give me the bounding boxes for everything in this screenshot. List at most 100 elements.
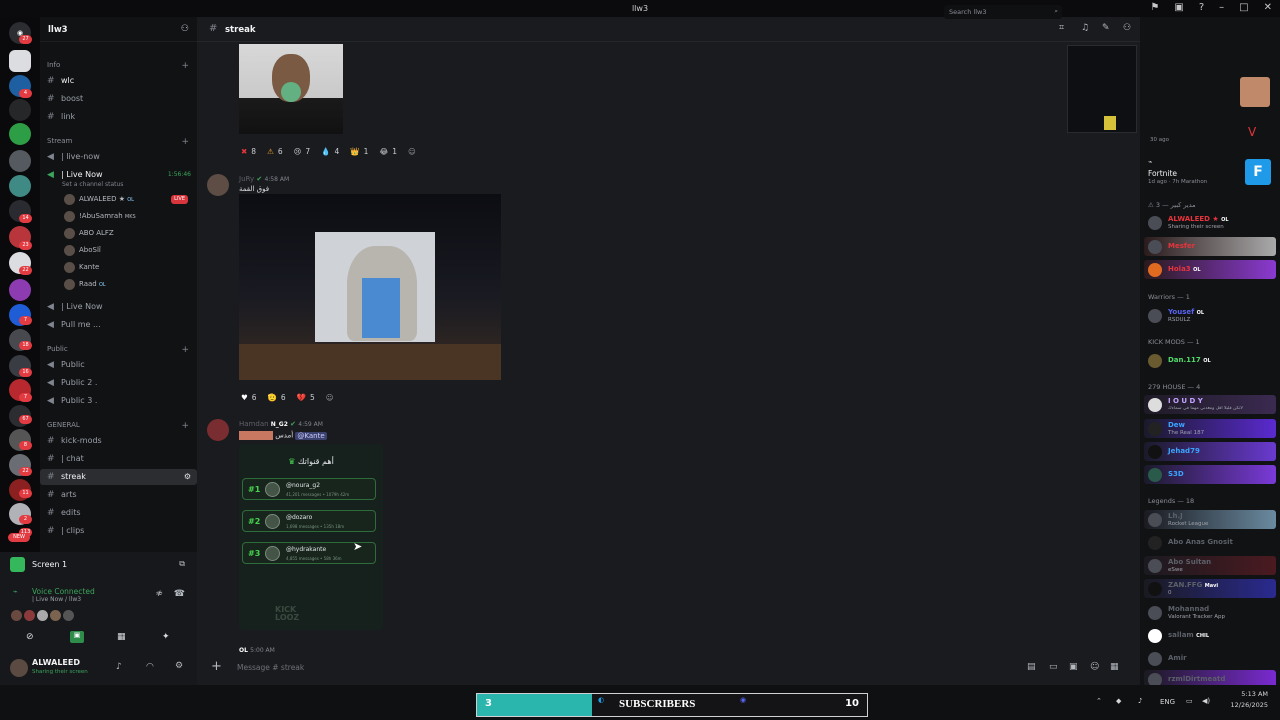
camera-off-icon[interactable]: ⊘ <box>26 632 34 642</box>
soundboard-icon[interactable]: ✦ <box>162 632 170 642</box>
reaction[interactable]: ♥ 6 <box>241 393 257 402</box>
member-item[interactable]: I O U D Y لاتكن قليلا أقل ومعدني مهما في … <box>1144 395 1276 414</box>
add-channel-icon[interactable]: + <box>181 61 189 71</box>
reaction[interactable]: 💔 5 <box>297 393 315 402</box>
top-channels-card[interactable]: ♛ أهم قنواتك #1 @noura_g2 41,201 messages… <box>239 444 383 630</box>
channel-boost[interactable]: # boost <box>40 91 197 107</box>
gift-icon[interactable]: ▤ <box>1027 662 1036 672</box>
add-channel-icon[interactable]: + <box>181 421 189 431</box>
voice-user[interactable]: Raad OL <box>64 277 106 292</box>
message-input[interactable]: + Message # streak ▤ ▭ ▣ ☺ ▦ <box>207 657 1119 679</box>
close-button[interactable]: ✕ <box>1264 2 1272 13</box>
reaction[interactable]: 💧 4 <box>321 147 339 156</box>
add-reaction-icon[interactable]: ☺ <box>408 147 416 156</box>
maximize-button[interactable]: □ <box>1239 2 1248 13</box>
reaction[interactable]: 👑 1 <box>350 147 368 156</box>
user-mention[interactable]: @Kante <box>295 431 327 440</box>
channel-clips[interactable]: # | clips <box>40 523 197 539</box>
discord-taskbar-icon[interactable]: ◉ <box>740 696 746 704</box>
noise-suppression-icon[interactable]: ≉ <box>155 589 163 599</box>
category-stream[interactable]: Stream <box>40 133 197 149</box>
apps-icon[interactable]: ▦ <box>1110 662 1119 672</box>
notification-bell-icon[interactable]: ♫ <box>1081 23 1089 33</box>
signal-icon[interactable]: ⌁ <box>13 587 18 596</box>
member-item[interactable]: Lh.J Rocket League <box>1144 510 1276 529</box>
voice-channel-public-2[interactable]: ◀ Public 2 . <box>40 375 197 391</box>
server-header[interactable]: llw3 ⚇ <box>40 17 197 42</box>
server-icon[interactable] <box>9 123 31 145</box>
volume-icon[interactable]: ◀) <box>1202 697 1210 705</box>
edge-taskbar-icon[interactable]: ◐ <box>598 696 604 704</box>
add-reaction-icon[interactable]: ☺ <box>326 393 334 402</box>
category-public[interactable]: Public <box>40 341 197 357</box>
voice-user[interactable]: ALWALEED ★ OL LIVE <box>64 192 194 207</box>
headphones-icon[interactable]: ◠ <box>146 662 154 672</box>
channel-wlc[interactable]: # wlc <box>40 73 197 89</box>
member-item[interactable]: Amir <box>1144 649 1276 668</box>
member-item[interactable]: Abo Sultan eSwe <box>1144 556 1276 575</box>
attachment-image[interactable] <box>239 44 343 134</box>
member-item[interactable]: S3D <box>1144 465 1276 484</box>
set-status-link[interactable]: Set a channel status <box>62 177 219 193</box>
message-author[interactable]: Hamdan <box>239 420 269 428</box>
voice-user[interactable]: !AbuSamrah MKS <box>64 209 136 224</box>
member-item[interactable]: Dew The Real 187 <box>1144 419 1276 438</box>
user-settings-icon[interactable]: ⚙ <box>175 661 183 671</box>
avatar[interactable] <box>207 174 229 196</box>
stream-preview[interactable] <box>1067 45 1137 133</box>
minimize-button[interactable]: – <box>1219 2 1224 13</box>
attachment-image[interactable] <box>239 194 501 380</box>
member-item[interactable]: Hola3 OL <box>1144 260 1276 279</box>
server-icon[interactable] <box>9 175 31 197</box>
help-icon[interactable]: ? <box>1199 2 1204 13</box>
category-info[interactable]: Info <box>40 57 197 73</box>
channel-edits[interactable]: # edits <box>40 505 197 521</box>
attach-plus-icon[interactable]: + <box>211 659 222 674</box>
voice-channel-live-now-2[interactable]: ◀ | Live Now <box>40 299 197 315</box>
add-channel-icon[interactable]: + <box>181 137 189 147</box>
disconnect-icon[interactable]: ☎ <box>174 589 185 599</box>
voice-channel-public[interactable]: ◀ Public <box>40 357 197 373</box>
clock-date[interactable]: 12/26/2025 <box>1224 701 1268 709</box>
tray-app-icon[interactable]: ◆ <box>1116 697 1121 705</box>
reaction[interactable]: 😢 7 <box>294 147 311 156</box>
member-item[interactable]: ALWALEED ★ OL Sharing their screen <box>1144 213 1276 232</box>
screen-share-button[interactable]: ▣ <box>70 631 84 643</box>
voice-user[interactable]: Kante <box>64 260 99 275</box>
gif-icon[interactable]: ▭ <box>1049 662 1058 672</box>
game-title[interactable]: Fortnite <box>1148 169 1177 178</box>
user-name[interactable]: ALWALEED <box>32 658 80 667</box>
pin-icon[interactable]: ✎ <box>1102 23 1110 33</box>
voice-location[interactable]: | Live Now / llw3 <box>32 596 81 603</box>
tray-chevron-icon[interactable]: ⌃ <box>1096 697 1102 705</box>
clock-time[interactable]: 5:13 AM <box>1224 690 1268 698</box>
server-icon[interactable] <box>9 50 31 72</box>
mic-tray-icon[interactable]: ♪ <box>1138 697 1142 705</box>
member-item[interactable]: Dan.117 OL <box>1144 351 1276 370</box>
reaction[interactable]: 😂 1 <box>379 147 397 156</box>
inbox-icon[interactable]: ⚑ <box>1150 2 1159 13</box>
channel-kick-mods[interactable]: # kick-mods <box>40 433 197 449</box>
voice-channel-public-3[interactable]: ◀ Public 3 . <box>40 393 197 409</box>
channel-streak[interactable]: # streak ⚙ <box>40 469 197 485</box>
language-indicator[interactable]: ENG <box>1160 698 1175 706</box>
voice-user[interactable]: AboSlî <box>64 243 101 258</box>
member-item[interactable]: ZAN.FFG Mavi 0 <box>1144 579 1276 598</box>
network-icon[interactable]: ▭ <box>1186 697 1193 705</box>
server-icon[interactable] <box>9 279 31 301</box>
voice-user[interactable]: ABO ALFZ <box>64 226 114 241</box>
member-item[interactable]: Mohannad Valorant Tracker App <box>1144 603 1276 622</box>
server-icon[interactable] <box>9 99 31 121</box>
message-author[interactable]: JuRy <box>239 175 254 183</box>
add-member-icon[interactable]: ⚇ <box>181 24 189 34</box>
server-icon[interactable] <box>9 150 31 172</box>
avatar[interactable] <box>207 419 229 441</box>
member-item[interactable]: sallam CHIL <box>1144 626 1276 645</box>
voice-channel-pull-me[interactable]: ◀ Pull me ... <box>40 317 197 333</box>
category-general[interactable]: GENERAL <box>40 417 197 433</box>
reaction[interactable]: ✖ 8 <box>241 147 256 156</box>
activities-icon[interactable]: ▦ <box>117 632 126 642</box>
popout-icon[interactable]: ⧉ <box>179 559 185 569</box>
member-item[interactable]: Jehad79 <box>1144 442 1276 461</box>
settings-icon[interactable]: ⚙ <box>184 469 191 485</box>
